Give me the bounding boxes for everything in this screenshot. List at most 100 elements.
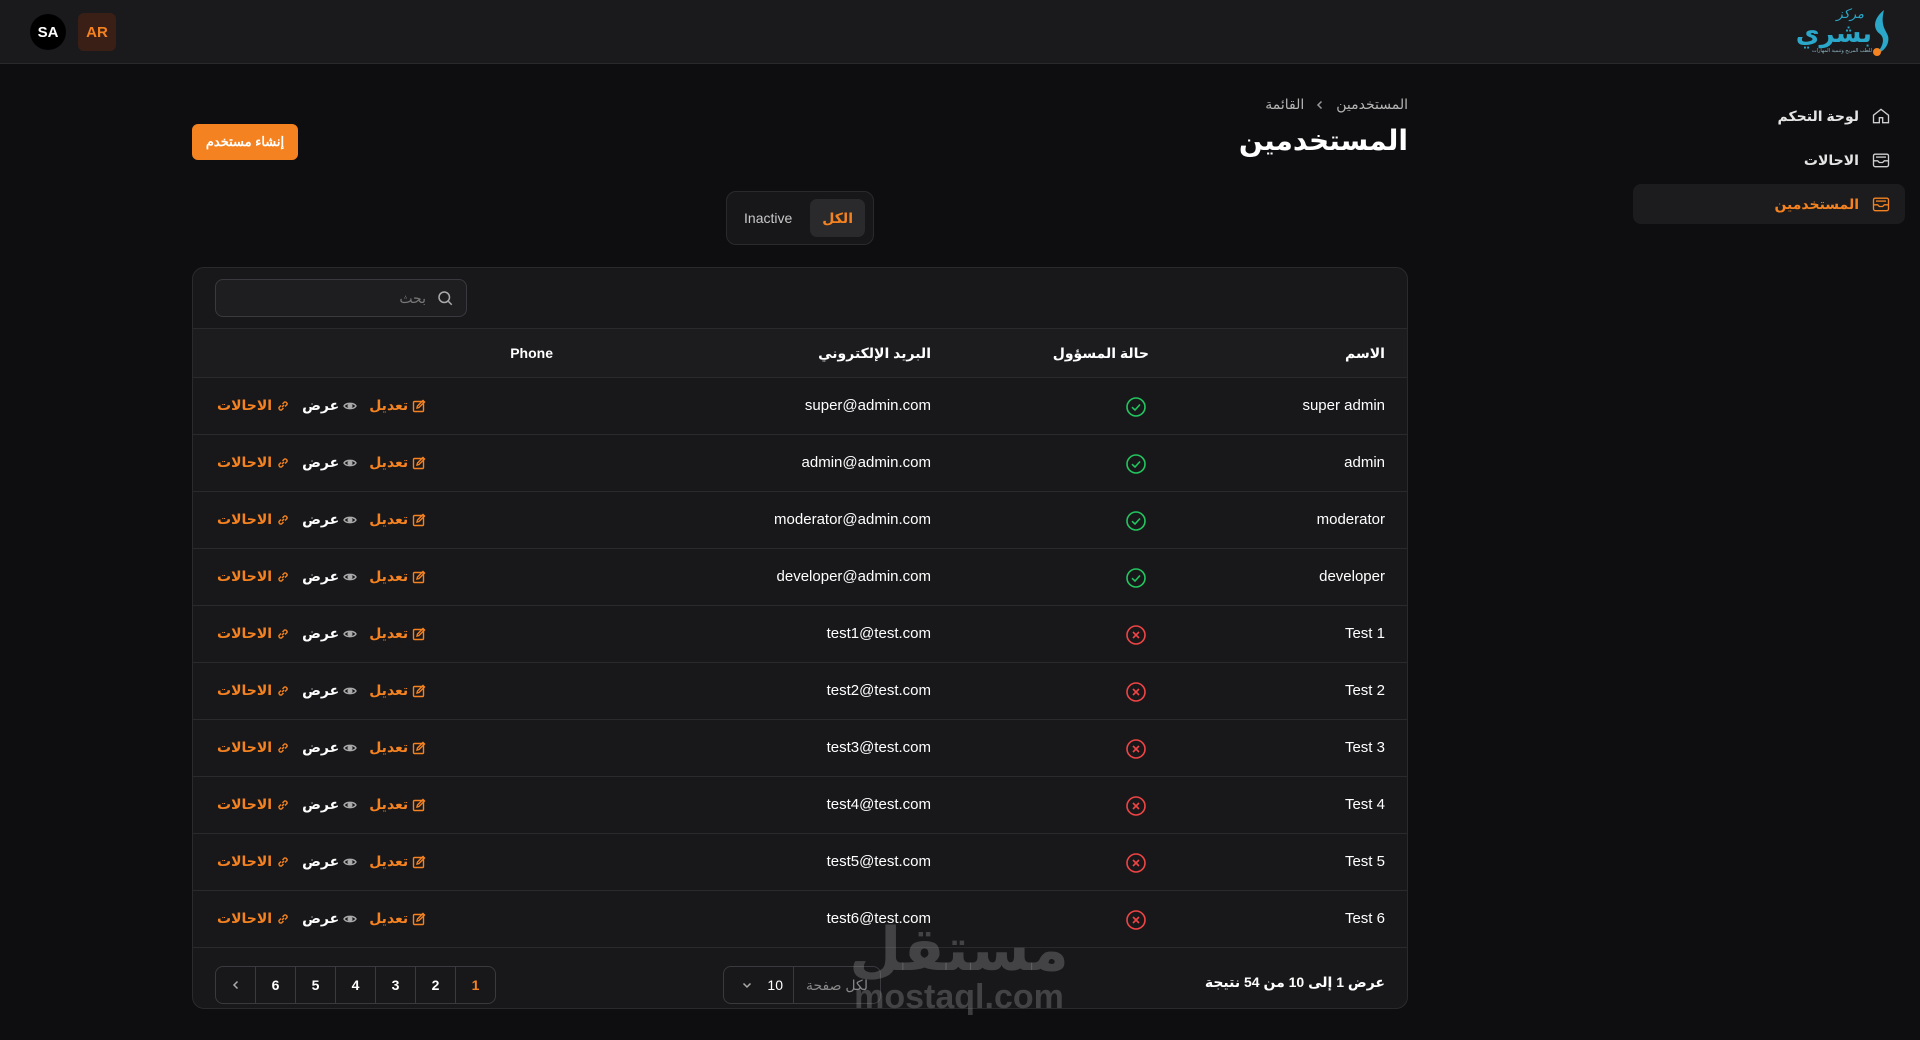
create-user-button[interactable]: إنشاء مستخدم (192, 124, 298, 160)
referrals-link[interactable]: الاحالات (217, 853, 290, 870)
view-link[interactable]: عرض (302, 397, 357, 414)
view-label: عرض (302, 511, 340, 527)
language-ar-button[interactable]: AR (78, 13, 116, 51)
table-footer: عرض 1 إلى 10 من 54 نتيجة لكل صفحة 10 1 2… (193, 954, 1407, 1008)
view-label: عرض (302, 682, 340, 698)
language-sa-button[interactable]: SA (30, 14, 66, 50)
referrals-link[interactable]: الاحالات (217, 568, 290, 585)
search-icon (438, 291, 453, 306)
link-icon (278, 685, 288, 696)
user-email: moderator@admin.com (774, 511, 931, 528)
referrals-link[interactable]: الاحالات (217, 511, 290, 528)
logo[interactable]: مركز بشري للطب المريح وتنمية المهارات (1794, 4, 1894, 60)
eye-icon (343, 744, 357, 751)
eye-icon (343, 630, 357, 637)
user-email: test4@test.com (826, 796, 931, 813)
edit-icon (412, 798, 426, 811)
user-name: Test 4 (1344, 796, 1385, 813)
referrals-label: الاحالات (217, 739, 273, 755)
table-row: developer developer@admin.com تعديل عرض الاح… (193, 549, 1407, 606)
referrals-link[interactable]: الاحالات (217, 739, 290, 756)
column-header-phone[interactable]: Phone (510, 345, 553, 361)
chevron-left-icon (232, 980, 238, 990)
table-row: Test 5 test5@test.com تعديل عرض الاحالات (193, 834, 1407, 891)
page-button-3[interactable]: 3 (375, 967, 415, 1003)
table-row: moderator moderator@admin.com تعديل عرض الاح… (193, 492, 1407, 549)
search-input[interactable] (234, 289, 428, 307)
view-label: عرض (302, 568, 340, 584)
page-button-1[interactable]: 1 (455, 967, 495, 1003)
table-row: super admin super@admin.com تعديل عرض الاحال… (193, 378, 1407, 435)
referrals-link[interactable]: الاحالات (217, 625, 290, 642)
users-table-card: الاسم حالة المسؤول البريد الإلكتروني Pho… (192, 267, 1408, 1009)
view-label: عرض (302, 910, 340, 926)
view-link[interactable]: عرض (302, 739, 357, 756)
page-button-2[interactable]: 2 (415, 967, 455, 1003)
page-title: المستخدمين (1238, 125, 1408, 156)
page-button-5[interactable]: 5 (295, 967, 335, 1003)
row-actions: تعديل عرض الاحالات (217, 568, 426, 585)
referrals-link[interactable]: الاحالات (217, 682, 290, 699)
edit-label: تعديل (369, 796, 409, 812)
edit-icon (412, 741, 426, 754)
edit-link[interactable]: تعديل (369, 454, 426, 471)
referrals-link[interactable]: الاحالات (217, 910, 290, 927)
referrals-link[interactable]: الاحالات (217, 397, 290, 414)
edit-link[interactable]: تعديل (369, 397, 426, 414)
column-header-email[interactable]: البريد الإلكتروني (818, 345, 931, 362)
table-row: Test 6 test6@test.com تعديل عرض الاحالات (193, 891, 1407, 948)
edit-link[interactable]: تعديل (369, 910, 426, 927)
referrals-label: الاحالات (217, 682, 273, 698)
view-link[interactable]: عرض (302, 853, 357, 870)
per-page-value[interactable]: 10 (757, 977, 793, 993)
row-actions: تعديل عرض الاحالات (217, 739, 426, 756)
referrals-label: الاحالات (217, 796, 273, 812)
view-link[interactable]: عرض (302, 910, 357, 927)
edit-link[interactable]: تعديل (369, 739, 426, 756)
view-link[interactable]: عرض (302, 511, 357, 528)
link-icon (278, 400, 288, 411)
edit-link[interactable]: تعديل (369, 682, 426, 699)
search-box[interactable] (215, 279, 467, 317)
column-header-name[interactable]: الاسم (1345, 345, 1385, 362)
link-icon (278, 514, 288, 525)
user-email: test3@test.com (826, 739, 931, 756)
user-name: Test 1 (1344, 625, 1385, 642)
edit-label: تعديل (369, 454, 409, 470)
column-header-status[interactable]: حالة المسؤول (1053, 345, 1149, 362)
view-link[interactable]: عرض (302, 682, 357, 699)
x-circle-icon (1126, 625, 1146, 645)
tab-all[interactable]: الكل (810, 199, 865, 237)
view-link[interactable]: عرض (302, 568, 357, 585)
x-circle-icon (1126, 796, 1146, 816)
logo-big-text: بشري (1795, 18, 1872, 48)
page-button-6[interactable]: 6 (255, 967, 295, 1003)
page-button-4[interactable]: 4 (335, 967, 375, 1003)
next-page-button[interactable] (216, 967, 255, 1003)
view-link[interactable]: عرض (302, 454, 357, 471)
chevron-down-icon (743, 982, 752, 989)
view-link[interactable]: عرض (302, 796, 357, 813)
sidebar-item-referrals[interactable]: الاحالات (1633, 140, 1905, 180)
edit-link[interactable]: تعديل (369, 796, 426, 813)
link-icon (278, 913, 288, 924)
sidebar-item-users[interactable]: المستخدمين (1633, 184, 1905, 224)
logo-tagline: للطب المريح وتنمية المهارات (1811, 48, 1872, 54)
view-link[interactable]: عرض (302, 625, 357, 642)
edit-link[interactable]: تعديل (369, 511, 426, 528)
view-label: عرض (302, 853, 340, 869)
referrals-label: الاحالات (217, 910, 273, 926)
breadcrumb-item-users[interactable]: المستخدمين (1336, 96, 1408, 113)
referrals-link[interactable]: الاحالات (217, 454, 290, 471)
eye-icon (343, 858, 357, 865)
edit-link[interactable]: تعديل (369, 568, 426, 585)
tab-inactive[interactable]: Inactive (732, 199, 804, 237)
edit-link[interactable]: تعديل (369, 853, 426, 870)
edit-link[interactable]: تعديل (369, 625, 426, 642)
per-page-select[interactable]: لكل صفحة 10 (723, 966, 881, 1004)
referrals-link[interactable]: الاحالات (217, 796, 290, 813)
sidebar-item-dashboard[interactable]: لوحة التحكم (1633, 96, 1905, 136)
table-row: Test 1 test1@test.com تعديل عرض الاحالات (193, 606, 1407, 663)
table-row: admin admin@admin.com تعديل عرض الاحالات (193, 435, 1407, 492)
user-email: test1@test.com (826, 625, 931, 642)
